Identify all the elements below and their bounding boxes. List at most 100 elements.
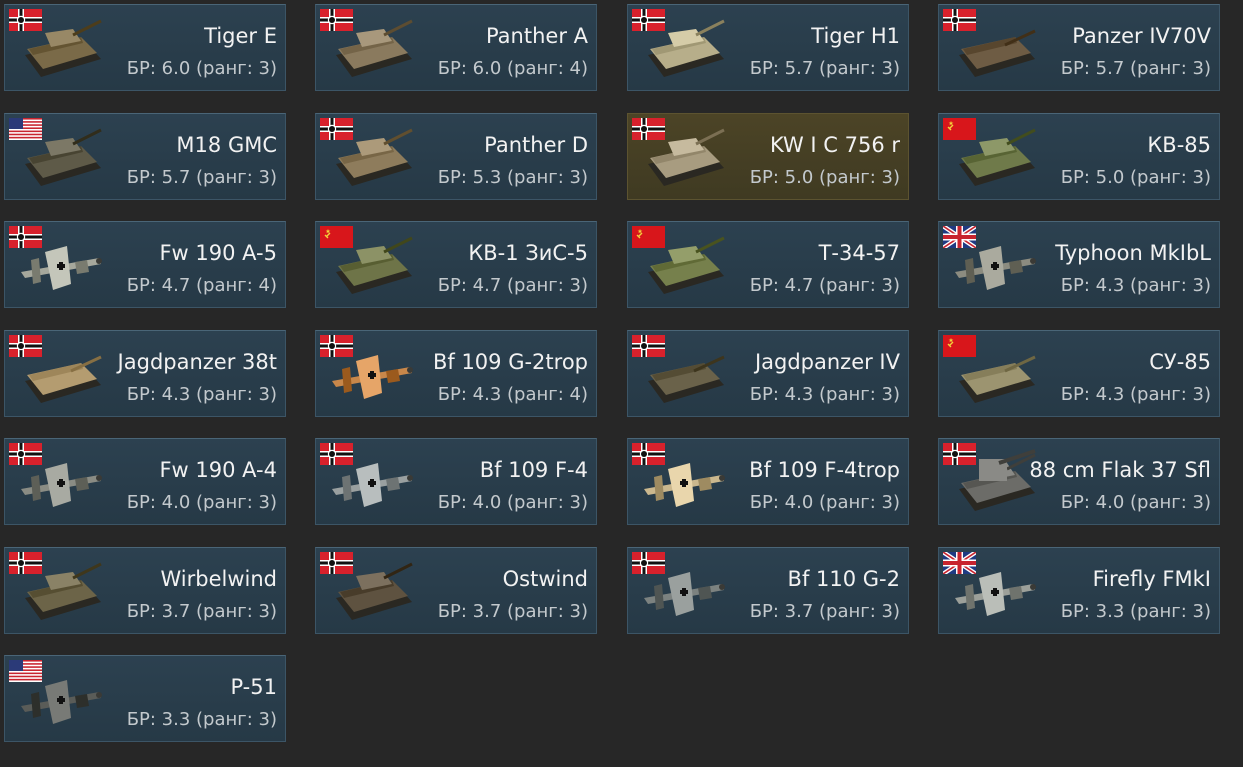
germany-flag-icon [9,443,42,465]
vehicle-name: Tiger H1 [811,24,900,48]
vehicle-card[interactable]: Bf 109 F-4 БР: 4.0 (ранг: 3) [315,438,597,525]
vehicle-card[interactable]: M18 GMC БР: 5.7 (ранг: 3) [4,113,286,200]
vehicle-name: Wirbelwind [160,567,277,591]
usa-flag-icon [9,118,42,140]
battle-rating: БР: 4.3 (ранг: 3) [1060,384,1211,405]
vehicle-name: Ostwind [502,567,588,591]
vehicle-name: P-51 [230,675,277,699]
vehicle-card[interactable]: СУ-85 БР: 4.3 (ранг: 3) [938,330,1220,417]
vehicle-name: Т-34-57 [818,241,900,265]
vehicle-card[interactable]: Tiger H1 БР: 5.7 (ранг: 3) [627,4,909,91]
battle-rating: БР: 6.0 (ранг: 3) [126,58,277,79]
vehicle-card[interactable]: Panzer IV70V БР: 5.7 (ранг: 3) [938,4,1220,91]
battle-rating: БР: 5.0 (ранг: 3) [749,167,900,188]
germany-flag-icon [943,9,976,31]
vehicle-card[interactable]: Fw 190 A-4 БР: 4.0 (ранг: 3) [4,438,286,525]
battle-rating: БР: 5.3 (ранг: 3) [437,167,588,188]
germany-flag-icon [9,226,42,248]
vehicle-card[interactable]: Wirbelwind БР: 3.7 (ранг: 3) [4,547,286,634]
germany-flag-icon [320,552,353,574]
vehicle-card[interactable]: Firefly FMkI БР: 3.3 (ранг: 3) [938,547,1220,634]
battle-rating: БР: 3.7 (ранг: 3) [437,601,588,622]
battle-rating: БР: 4.3 (ранг: 4) [437,384,588,405]
vehicle-card[interactable]: KW I C 756 r БР: 5.0 (ранг: 3) [627,113,909,200]
vehicle-name: KW I C 756 r [769,133,900,157]
germany-flag-icon [632,9,665,31]
vehicle-name: Bf 110 G-2 [787,567,900,591]
vehicle-name: СУ-85 [1149,350,1211,374]
battle-rating: БР: 4.7 (ранг: 3) [437,275,588,296]
battle-rating: БР: 3.3 (ранг: 3) [1060,601,1211,622]
germany-flag-icon [9,335,42,357]
germany-flag-icon [632,443,665,465]
germany-flag-icon [320,335,353,357]
battle-rating: БР: 4.0 (ранг: 3) [1060,492,1211,513]
vehicle-name: M18 GMC [176,133,277,157]
germany-flag-icon [632,335,665,357]
germany-flag-icon [632,552,665,574]
vehicle-name: Bf 109 F-4 [479,458,588,482]
vehicle-card[interactable]: Jagdpanzer IV БР: 4.3 (ранг: 3) [627,330,909,417]
battle-rating: БР: 5.7 (ранг: 3) [749,58,900,79]
vehicle-card[interactable]: Bf 109 G-2trop БР: 4.3 (ранг: 4) [315,330,597,417]
battle-rating: БР: 5.0 (ранг: 3) [1060,167,1211,188]
ussr-flag-icon [943,118,976,140]
germany-flag-icon [632,118,665,140]
vehicle-name: Bf 109 G-2trop [432,350,588,374]
vehicle-name: Fw 190 A-5 [159,241,277,265]
vehicle-card[interactable]: P-51 БР: 3.3 (ранг: 3) [4,655,286,742]
vehicle-name: КВ-85 [1147,133,1211,157]
battle-rating: БР: 3.3 (ранг: 3) [126,709,277,730]
vehicle-name: Fw 190 A-4 [159,458,277,482]
vehicle-name: Bf 109 F-4trop [749,458,900,482]
vehicle-name: Panther A [485,24,588,48]
vehicle-name: Firefly FMkI [1092,567,1211,591]
germany-flag-icon [320,9,353,31]
vehicle-card[interactable]: Bf 109 F-4trop БР: 4.0 (ранг: 3) [627,438,909,525]
battle-rating: БР: 5.7 (ранг: 3) [126,167,277,188]
battle-rating: БР: 4.3 (ранг: 3) [1060,275,1211,296]
vehicle-card[interactable]: Tiger E БР: 6.0 (ранг: 3) [4,4,286,91]
vehicle-card[interactable]: КВ-1 ЗиС-5 БР: 4.7 (ранг: 3) [315,221,597,308]
germany-flag-icon [943,443,976,465]
battle-rating: БР: 4.7 (ранг: 4) [126,275,277,296]
battle-rating: БР: 4.0 (ранг: 3) [437,492,588,513]
germany-flag-icon [9,9,42,31]
battle-rating: БР: 4.0 (ранг: 3) [749,492,900,513]
battle-rating: БР: 4.7 (ранг: 3) [749,275,900,296]
vehicle-name: Panther D [484,133,588,157]
vehicle-name: КВ-1 ЗиС-5 [468,241,588,265]
battle-rating: БР: 3.7 (ранг: 3) [749,601,900,622]
vehicle-card[interactable]: Т-34-57 БР: 4.7 (ранг: 3) [627,221,909,308]
ussr-flag-icon [320,226,353,248]
vehicle-card[interactable]: 88 cm Flak 37 Sfl БР: 4.0 (ранг: 3) [938,438,1220,525]
battle-rating: БР: 6.0 (ранг: 4) [437,58,588,79]
uk-flag-icon [941,550,978,576]
vehicle-name: Tiger E [204,24,277,48]
germany-flag-icon [320,443,353,465]
usa-flag-icon [9,660,42,682]
vehicle-name: Typhoon MkIbL [1055,241,1211,265]
germany-flag-icon [320,118,353,140]
vehicle-card[interactable]: Panther D БР: 5.3 (ранг: 3) [315,113,597,200]
vehicle-card[interactable]: Jagdpanzer 38t БР: 4.3 (ранг: 3) [4,330,286,417]
vehicle-name: 88 cm Flak 37 Sfl [1029,458,1211,482]
uk-flag-icon [941,224,978,250]
ussr-flag-icon [943,335,976,357]
vehicle-card[interactable]: Panther A БР: 6.0 (ранг: 4) [315,4,597,91]
vehicle-name: Jagdpanzer 38t [117,350,277,374]
vehicle-card[interactable]: Bf 110 G-2 БР: 3.7 (ранг: 3) [627,547,909,634]
vehicle-card[interactable]: Ostwind БР: 3.7 (ранг: 3) [315,547,597,634]
vehicle-name: Panzer IV70V [1072,24,1211,48]
ussr-flag-icon [632,226,665,248]
vehicle-name: Jagdpanzer IV [754,350,900,374]
battle-rating: БР: 4.3 (ранг: 3) [749,384,900,405]
vehicle-card[interactable]: Fw 190 A-5 БР: 4.7 (ранг: 4) [4,221,286,308]
battle-rating: БР: 3.7 (ранг: 3) [126,601,277,622]
germany-flag-icon [9,552,42,574]
vehicle-card[interactable]: Typhoon MkIbL БР: 4.3 (ранг: 3) [938,221,1220,308]
battle-rating: БР: 4.3 (ранг: 3) [126,384,277,405]
vehicle-grid: Tiger E БР: 6.0 (ранг: 3) Panther A БР: 6.… [0,0,1243,767]
battle-rating: БР: 4.0 (ранг: 3) [126,492,277,513]
vehicle-card[interactable]: КВ-85 БР: 5.0 (ранг: 3) [938,113,1220,200]
